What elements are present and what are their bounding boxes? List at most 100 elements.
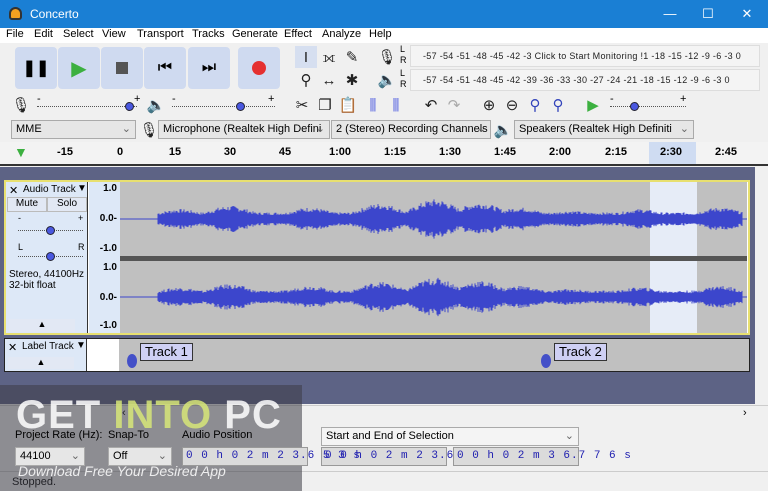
zoom-in-button[interactable]: ⊕ bbox=[478, 94, 500, 116]
snap-to-select[interactable]: Off ⌄ bbox=[108, 447, 172, 466]
clipboard-icon: 📋 bbox=[338, 97, 358, 114]
label-track[interactable]: ✕ Label Track ▼ ▲ Track 1 Track 2 bbox=[4, 338, 750, 372]
caret-down-icon[interactable]: ▼ bbox=[76, 340, 86, 351]
skip-start-icon: ⏮ bbox=[157, 59, 173, 76]
play-speed-slider[interactable] bbox=[610, 98, 686, 112]
multi-tool[interactable]: ✱ bbox=[341, 69, 363, 91]
mic-icon: 🎙 bbox=[139, 122, 159, 139]
stop-button[interactable] bbox=[101, 47, 143, 89]
timeshift-tool[interactable]: ↔ bbox=[318, 69, 340, 91]
menu-edit[interactable]: Edit bbox=[34, 28, 53, 40]
skip-start-button[interactable]: ⏮ bbox=[144, 47, 186, 89]
record-icon bbox=[252, 61, 266, 75]
project-rate-select[interactable]: 44100 ⌄ bbox=[15, 447, 85, 466]
vertical-scale: 1.0 0.0- -1.0 1.0 0.0- -1.0 bbox=[89, 182, 120, 333]
maximize-button[interactable]: ☐ bbox=[698, 6, 718, 22]
menu-transport[interactable]: Transport bbox=[137, 28, 184, 40]
undo-button[interactable]: ↶ bbox=[420, 94, 442, 116]
scale-label: -1.0 bbox=[99, 320, 117, 331]
snap-to-label: Snap-To bbox=[108, 429, 149, 441]
audio-track[interactable]: ✕ Audio Track ▼ Mute Solo - + L R Stereo… bbox=[4, 180, 750, 335]
audio-position-label: Audio Position bbox=[182, 429, 253, 441]
playback-device-select[interactable]: Speakers (Realtek High Definiti ⌄ bbox=[514, 120, 694, 139]
draw-tool[interactable]: ✎ bbox=[341, 46, 363, 68]
play-at-speed-button[interactable]: ▶ bbox=[582, 94, 604, 116]
snap-to-value: Off bbox=[113, 450, 128, 462]
audio-host-select[interactable]: MME ⌄ bbox=[11, 120, 136, 139]
play-button[interactable]: ▶ bbox=[58, 47, 100, 89]
menu-help[interactable]: Help bbox=[369, 28, 392, 40]
fit-project-button[interactable]: ⚲ bbox=[547, 94, 569, 116]
ruler-tick: 2:45 bbox=[714, 146, 738, 158]
redo-button[interactable]: ↷ bbox=[443, 94, 465, 116]
timeline-ruler[interactable]: ▼ -15 0 15 30 45 1:00 1:15 1:30 1:45 2:0… bbox=[0, 142, 768, 166]
chevron-down-icon: ⌄ bbox=[564, 430, 574, 442]
label-track-1[interactable]: Track 1 bbox=[140, 343, 193, 361]
solo-button[interactable]: Solo bbox=[47, 197, 87, 212]
mic-icon: 🎙 bbox=[11, 97, 31, 114]
gain-slider[interactable] bbox=[18, 222, 83, 236]
track-name-menu[interactable]: Audio Track bbox=[23, 184, 76, 195]
zoom-tool[interactable]: ⚲ bbox=[295, 69, 317, 91]
track-bit-depth-info: 32-bit float bbox=[9, 280, 56, 291]
skip-end-button[interactable]: ⏭ bbox=[188, 47, 230, 89]
track-format-info: Stereo, 44100Hz bbox=[9, 269, 85, 280]
menu-view[interactable]: View bbox=[102, 28, 126, 40]
pause-button[interactable]: ❚❚ bbox=[15, 47, 57, 89]
minimize-button[interactable]: — bbox=[660, 6, 680, 21]
record-button[interactable] bbox=[238, 47, 280, 89]
menu-select[interactable]: Select bbox=[63, 28, 94, 40]
chevron-down-icon: ⌄ bbox=[157, 450, 167, 462]
meter-r: R bbox=[400, 55, 407, 65]
close-track-icon[interactable]: ✕ bbox=[8, 341, 17, 354]
recording-volume-slider[interactable] bbox=[37, 98, 137, 112]
scroll-left-icon[interactable]: ‹ bbox=[122, 407, 126, 419]
selection-end-field[interactable]: 0 0 h 0 2 m 3 6.7 7 6 s bbox=[453, 447, 631, 466]
label-lane[interactable]: Track 1 Track 2 bbox=[119, 339, 749, 371]
label-track-2[interactable]: Track 2 bbox=[554, 343, 607, 361]
recording-device-select[interactable]: Microphone (Realtek High Defini ⌄ bbox=[158, 120, 330, 139]
waveform-right-channel[interactable] bbox=[120, 261, 747, 333]
close-track-icon[interactable]: ✕ bbox=[9, 184, 18, 197]
selection-tool[interactable]: I bbox=[295, 46, 317, 68]
scroll-right-icon[interactable]: › bbox=[743, 407, 747, 419]
label-pin-icon[interactable] bbox=[541, 354, 551, 368]
horizontal-scrollbar[interactable]: ‹ › bbox=[0, 405, 768, 421]
fit-selection-button[interactable]: ⚲ bbox=[524, 94, 546, 116]
pan-slider[interactable] bbox=[18, 248, 83, 262]
label-track-name-menu[interactable]: Label Track bbox=[22, 341, 74, 352]
trim-button[interactable]: ⫼ bbox=[362, 94, 384, 116]
close-button[interactable]: ✕ bbox=[737, 6, 757, 22]
menu-generate[interactable]: Generate bbox=[232, 28, 278, 40]
zoom-out-button[interactable]: ⊖ bbox=[501, 94, 523, 116]
silence-button[interactable]: ⫼ bbox=[385, 94, 407, 116]
label-pin-icon[interactable] bbox=[127, 354, 137, 368]
paste-button[interactable]: 📋 bbox=[337, 94, 359, 116]
waveform-left-channel[interactable] bbox=[120, 182, 747, 256]
selection-mode-select[interactable]: Start and End of Selection ⌄ bbox=[321, 427, 579, 446]
collapse-track-button[interactable]: ▲ bbox=[9, 319, 75, 332]
mute-button[interactable]: Mute bbox=[7, 197, 47, 212]
menu-effect[interactable]: Effect bbox=[284, 28, 312, 40]
caret-down-icon[interactable]: ▼ bbox=[77, 183, 87, 194]
copy-button[interactable]: ❐ bbox=[314, 94, 336, 116]
collapse-track-button[interactable]: ▲ bbox=[8, 357, 74, 369]
menu-analyze[interactable]: Analyze bbox=[322, 28, 361, 40]
playback-volume-slider[interactable] bbox=[172, 98, 275, 112]
cut-button[interactable]: ✂ bbox=[291, 94, 313, 116]
ruler-tick: 1:15 bbox=[383, 146, 407, 158]
playback-meter[interactable]: -57 -54 -51 -48 -45 -42 -39 -36 -33 -30 … bbox=[410, 69, 760, 91]
ruler-tick: 1:00 bbox=[328, 146, 352, 158]
playback-meter-speaker-icon: 🔈 bbox=[377, 72, 397, 89]
menu-file[interactable]: File bbox=[6, 28, 24, 40]
menu-tracks[interactable]: Tracks bbox=[192, 28, 225, 40]
vertical-scrollbar[interactable] bbox=[755, 167, 768, 404]
meter-l2: L bbox=[400, 68, 406, 78]
play-head-triangle-icon[interactable]: ▼ bbox=[14, 144, 28, 160]
envelope-tool[interactable]: ⟗ bbox=[318, 46, 340, 68]
record-meter[interactable]: -57 -54 -51 -48 -45 -42 -3 Click to Star… bbox=[410, 45, 760, 67]
meter-r2: R bbox=[400, 79, 407, 89]
ruler-tick: 2:30 bbox=[659, 146, 683, 158]
audio-position-field[interactable]: 0 0 h 0 2 m 2 3.6 5 3 s bbox=[182, 447, 360, 466]
recording-channels-select[interactable]: 2 (Stereo) Recording Channels ⌄ bbox=[331, 120, 491, 139]
